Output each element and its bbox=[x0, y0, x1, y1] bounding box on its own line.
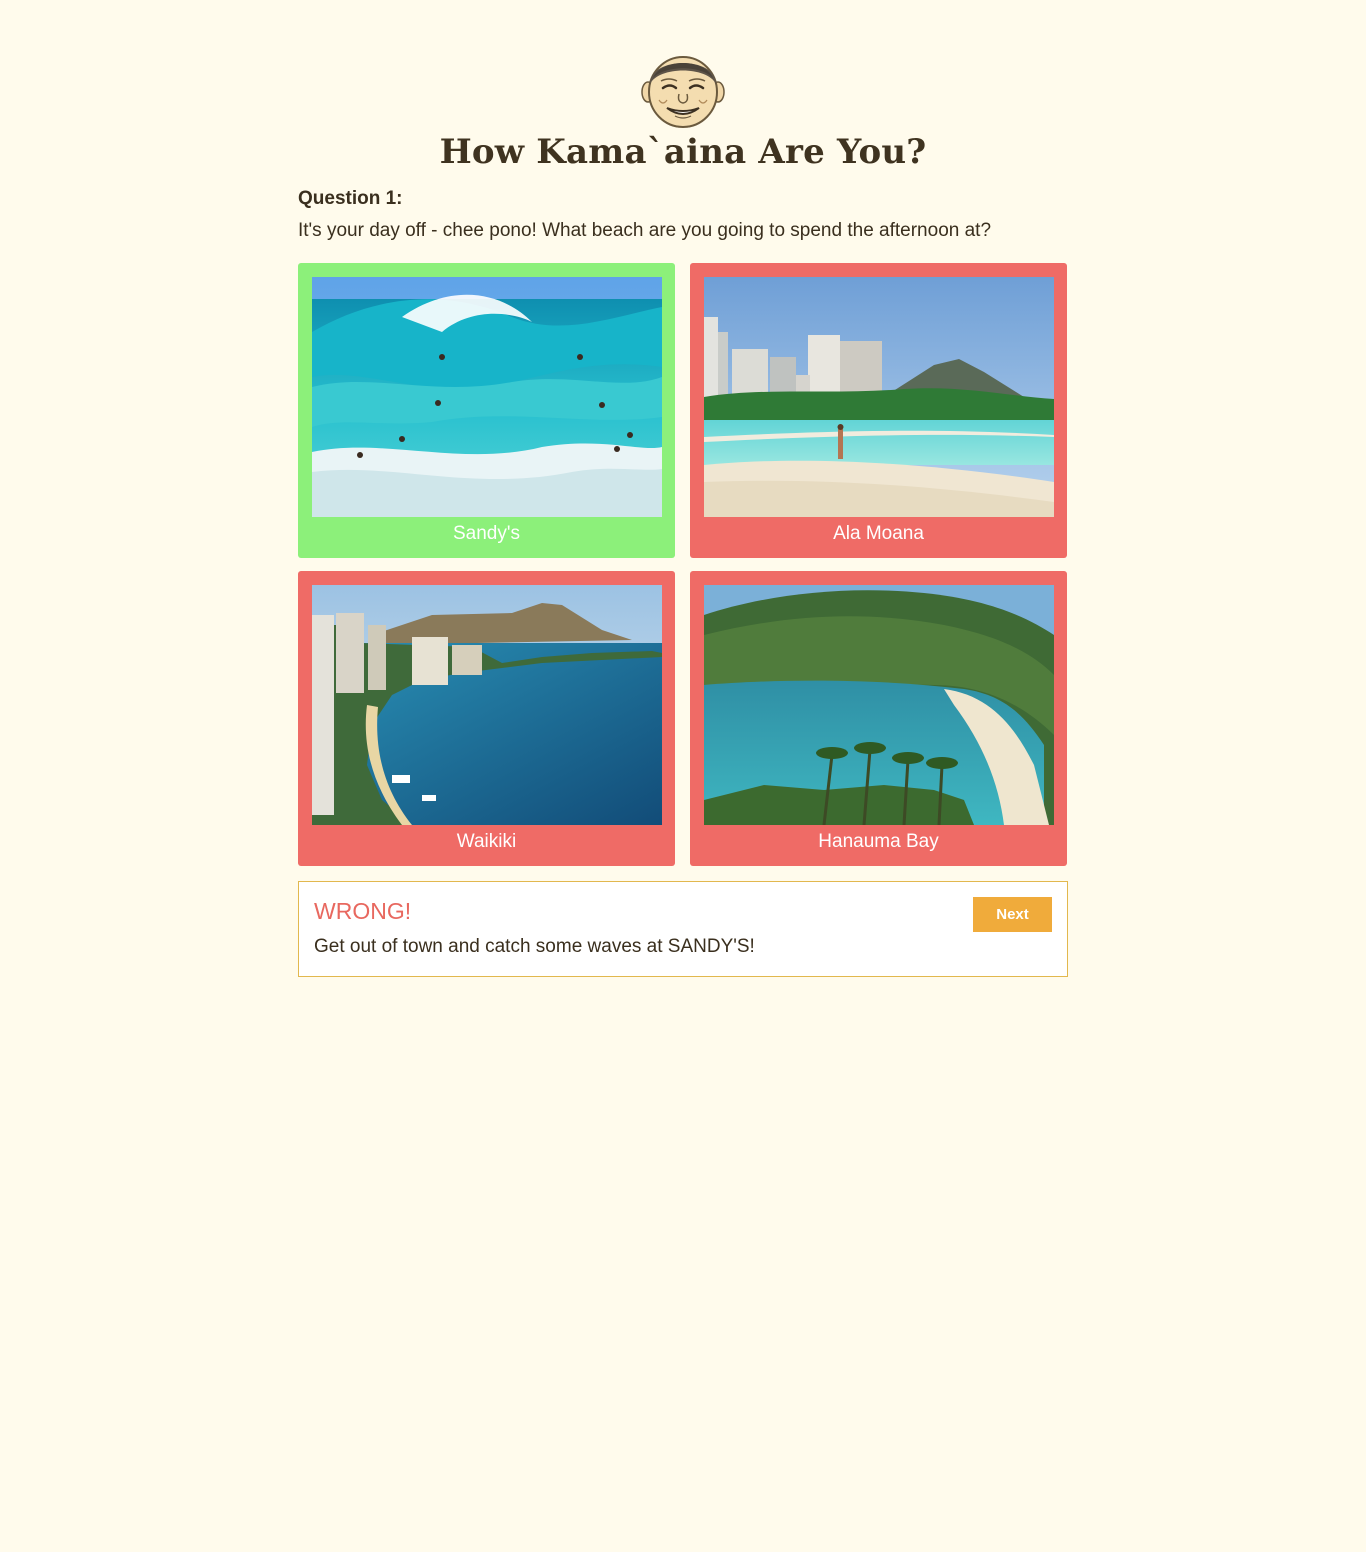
answer-option-sandys[interactable]: Sandy's bbox=[298, 263, 675, 558]
answer-option-ala-moana[interactable]: Ala Moana bbox=[690, 263, 1067, 558]
answer-option-label: Hanauma Bay bbox=[818, 831, 939, 852]
page-title: How Kama`aina Are You? bbox=[439, 132, 927, 172]
hanauma-bay-photo bbox=[704, 585, 1054, 825]
smiling-face-mascot-icon bbox=[641, 56, 725, 128]
feedback-message: Get out of town and catch some waves at … bbox=[314, 936, 755, 957]
answer-feedback-panel: WRONG! Get out of town and catch some wa… bbox=[298, 881, 1068, 977]
quiz-page: How Kama`aina Are You? Question 1: It's … bbox=[0, 0, 1366, 1552]
sandys-beach-photo bbox=[312, 277, 662, 517]
feedback-result-title: WRONG! bbox=[314, 898, 412, 924]
header: How Kama`aina Are You? bbox=[0, 48, 1366, 174]
answer-option-label: Ala Moana bbox=[833, 523, 924, 544]
question-block: Question 1: It's your day off - chee pon… bbox=[298, 186, 1068, 246]
answer-option-hanauma-bay[interactable]: Hanauma Bay bbox=[690, 571, 1067, 866]
question-text: It's your day off - chee pono! What beac… bbox=[298, 220, 992, 241]
answer-option-waikiki[interactable]: Waikiki bbox=[298, 571, 675, 866]
waikiki-beach-photo bbox=[312, 585, 662, 825]
next-button[interactable]: Next bbox=[973, 897, 1052, 932]
ala-moana-beach-photo bbox=[704, 277, 1054, 517]
question-number: Question 1: bbox=[298, 188, 403, 209]
answer-grid: Sandy's Ala Moana Waikiki Hanauma Bay bbox=[298, 263, 1068, 867]
answer-option-label: Waikiki bbox=[456, 831, 517, 852]
answer-option-label: Sandy's bbox=[452, 523, 520, 544]
